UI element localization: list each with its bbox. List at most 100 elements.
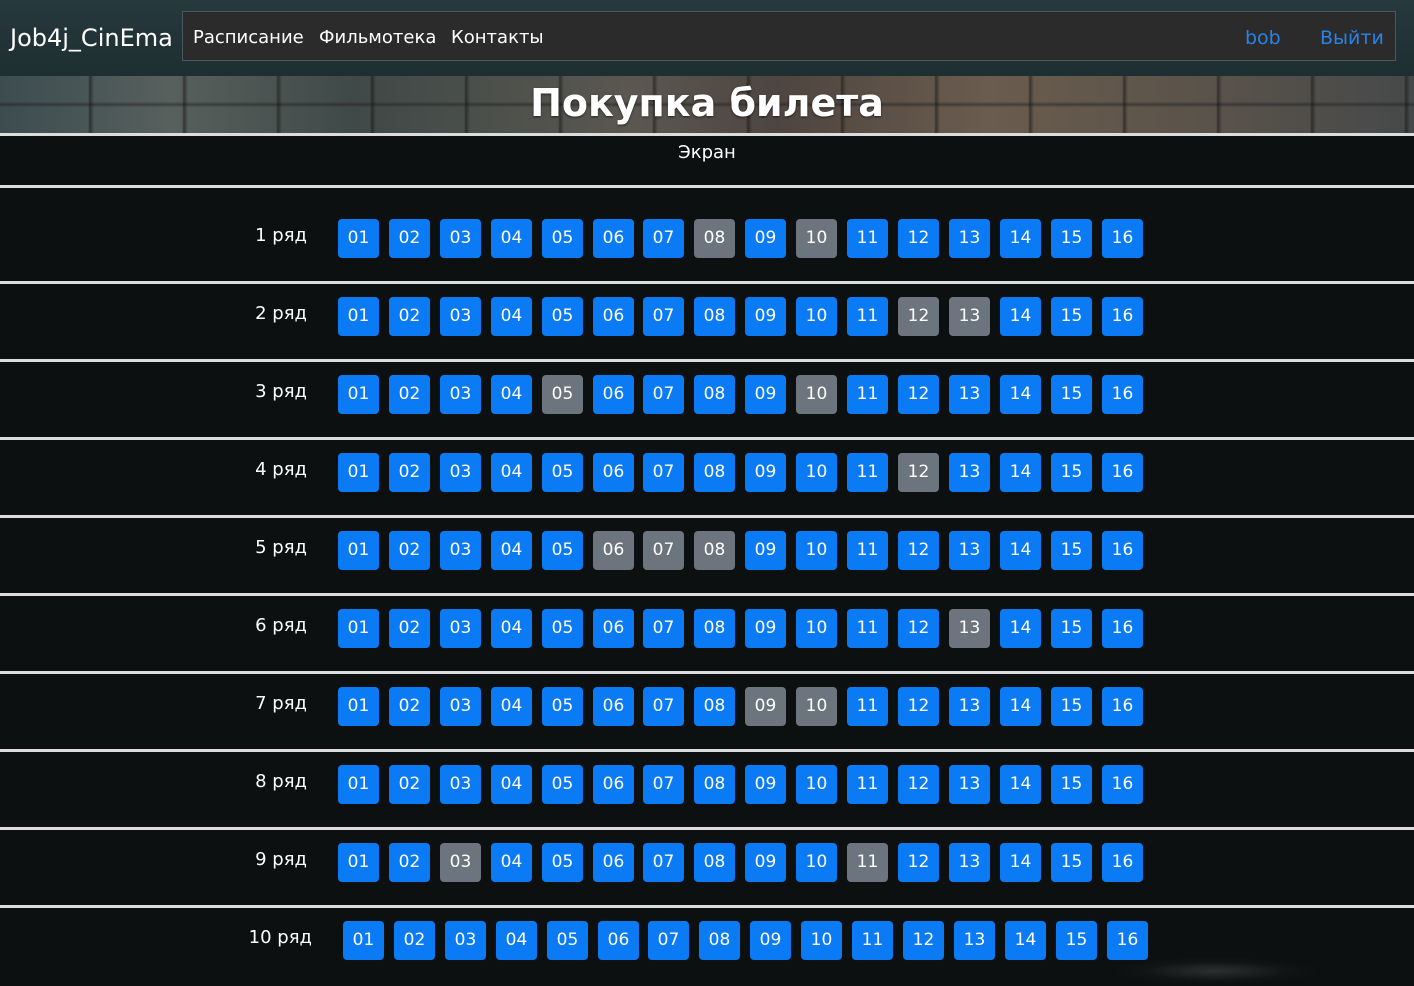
seat-button[interactable]: 05: [542, 765, 583, 804]
seat-button[interactable]: 16: [1102, 843, 1143, 882]
seat-button[interactable]: 07: [643, 687, 684, 726]
seat-button[interactable]: 02: [389, 609, 430, 648]
seat-button[interactable]: 04: [491, 765, 532, 804]
seat-button[interactable]: 14: [1000, 609, 1041, 648]
seat-button[interactable]: 09: [745, 765, 786, 804]
seat-button[interactable]: 16: [1102, 765, 1143, 804]
seat-button[interactable]: 06: [593, 375, 634, 414]
seat-button[interactable]: 13: [949, 843, 990, 882]
user-profile-link[interactable]: bob: [1245, 28, 1281, 48]
seat-button[interactable]: 01: [338, 531, 379, 570]
seat-button[interactable]: 12: [898, 531, 939, 570]
seat-button[interactable]: 11: [847, 453, 888, 492]
seat-button[interactable]: 11: [847, 375, 888, 414]
seat-button[interactable]: 09: [745, 609, 786, 648]
seat-button[interactable]: 14: [1000, 375, 1041, 414]
seat-button[interactable]: 09: [745, 531, 786, 570]
seat-button[interactable]: 13: [949, 687, 990, 726]
seat-button[interactable]: 04: [491, 219, 532, 258]
seat-button[interactable]: 10: [796, 843, 837, 882]
seat-button[interactable]: 11: [852, 921, 893, 960]
seat-button-taken[interactable]: 08: [694, 219, 735, 258]
seat-button-taken[interactable]: 08: [694, 531, 735, 570]
seat-button[interactable]: 01: [338, 297, 379, 336]
seat-button-taken[interactable]: 13: [949, 609, 990, 648]
seat-button[interactable]: 06: [593, 453, 634, 492]
seat-button-taken[interactable]: 10: [796, 375, 837, 414]
seat-button[interactable]: 02: [389, 687, 430, 726]
seat-button[interactable]: 16: [1102, 531, 1143, 570]
seat-button[interactable]: 07: [643, 453, 684, 492]
seat-button[interactable]: 08: [694, 609, 735, 648]
seat-button[interactable]: 15: [1051, 687, 1092, 726]
seat-button[interactable]: 11: [847, 765, 888, 804]
seat-button[interactable]: 03: [440, 375, 481, 414]
seat-button[interactable]: 01: [338, 453, 379, 492]
seat-button[interactable]: 14: [1000, 531, 1041, 570]
seat-button[interactable]: 09: [745, 219, 786, 258]
seat-button[interactable]: 01: [338, 375, 379, 414]
seat-button[interactable]: 15: [1051, 531, 1092, 570]
seat-button[interactable]: 14: [1005, 921, 1046, 960]
seat-button[interactable]: 02: [389, 219, 430, 258]
seat-button[interactable]: 01: [343, 921, 384, 960]
seat-button[interactable]: 13: [949, 375, 990, 414]
seat-button[interactable]: 13: [949, 453, 990, 492]
seat-button[interactable]: 16: [1102, 375, 1143, 414]
seat-button[interactable]: 04: [491, 375, 532, 414]
seat-button[interactable]: 08: [694, 843, 735, 882]
seat-button[interactable]: 16: [1102, 687, 1143, 726]
seat-button[interactable]: 07: [643, 765, 684, 804]
seat-button[interactable]: 04: [496, 921, 537, 960]
seat-button-taken[interactable]: 05: [542, 375, 583, 414]
seat-button-taken[interactable]: 03: [440, 843, 481, 882]
seat-button[interactable]: 02: [389, 531, 430, 570]
seat-button[interactable]: 07: [643, 219, 684, 258]
seat-button[interactable]: 10: [801, 921, 842, 960]
seat-button[interactable]: 01: [338, 219, 379, 258]
seat-button[interactable]: 06: [593, 687, 634, 726]
seat-button[interactable]: 02: [389, 375, 430, 414]
seat-button[interactable]: 12: [898, 219, 939, 258]
seat-button[interactable]: 08: [694, 453, 735, 492]
seat-button[interactable]: 16: [1102, 609, 1143, 648]
seat-button[interactable]: 05: [542, 531, 583, 570]
seat-button[interactable]: 15: [1051, 375, 1092, 414]
seat-button[interactable]: 14: [1000, 219, 1041, 258]
seat-button[interactable]: 15: [1051, 297, 1092, 336]
seat-button[interactable]: 13: [949, 765, 990, 804]
seat-button[interactable]: 08: [699, 921, 740, 960]
seat-button[interactable]: 09: [745, 843, 786, 882]
seat-button[interactable]: 02: [394, 921, 435, 960]
nav-link-contacts[interactable]: Контакты: [451, 28, 544, 48]
seat-button[interactable]: 13: [949, 219, 990, 258]
seat-button[interactable]: 16: [1102, 453, 1143, 492]
seat-button[interactable]: 02: [389, 843, 430, 882]
seat-button[interactable]: 08: [694, 765, 735, 804]
seat-button[interactable]: 08: [694, 297, 735, 336]
seat-button[interactable]: 10: [796, 765, 837, 804]
seat-button[interactable]: 06: [593, 765, 634, 804]
seat-button[interactable]: 04: [491, 531, 532, 570]
seat-button[interactable]: 14: [1000, 453, 1041, 492]
seat-button[interactable]: 15: [1051, 843, 1092, 882]
seat-button[interactable]: 16: [1102, 297, 1143, 336]
seat-button[interactable]: 12: [898, 765, 939, 804]
seat-button[interactable]: 12: [898, 843, 939, 882]
seat-button[interactable]: 10: [796, 609, 837, 648]
seat-button[interactable]: 10: [796, 531, 837, 570]
seat-button[interactable]: 10: [796, 297, 837, 336]
seat-button[interactable]: 01: [338, 609, 379, 648]
seat-button[interactable]: 01: [338, 765, 379, 804]
seat-button-taken[interactable]: 12: [898, 297, 939, 336]
seat-button[interactable]: 11: [847, 609, 888, 648]
seat-button[interactable]: 03: [440, 765, 481, 804]
seat-button-taken[interactable]: 10: [796, 219, 837, 258]
seat-button[interactable]: 01: [338, 687, 379, 726]
seat-button[interactable]: 03: [440, 297, 481, 336]
seat-button[interactable]: 05: [542, 219, 583, 258]
seat-button[interactable]: 07: [648, 921, 689, 960]
seat-button[interactable]: 05: [542, 297, 583, 336]
seat-button[interactable]: 08: [694, 687, 735, 726]
seat-button[interactable]: 11: [847, 219, 888, 258]
